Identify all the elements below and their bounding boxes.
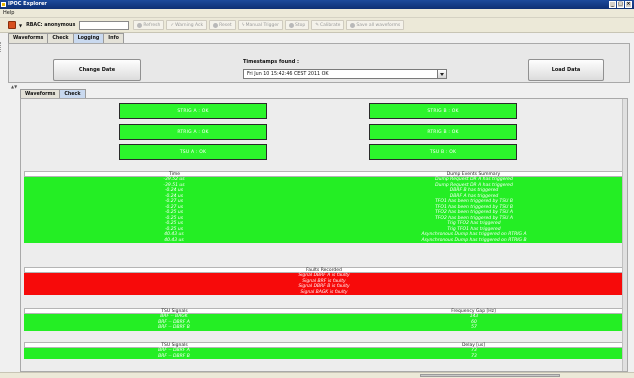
header-time: Time — [168, 172, 180, 177]
table-row: BRF -- DBRF B 57 — [24, 325, 624, 331]
dump-events-table: Time Dump Events Summary -39.52 us Dump R… — [24, 171, 624, 243]
vertical-scrollbar[interactable] — [622, 99, 627, 371]
tab-waveforms[interactable]: Waveforms — [8, 33, 49, 43]
tab-info[interactable]: Info — [103, 33, 124, 43]
window-title: IPOC Explorer — [8, 1, 47, 7]
table-row: BRF -- DBRF B 73 — [24, 353, 624, 359]
header-delay: Delay [us] — [461, 343, 486, 348]
splitter-handle[interactable]: ▲▼ — [8, 84, 630, 89]
warning-ack-button[interactable]: ✓ Warning Ack — [166, 20, 208, 30]
status-rtrig-a: RTRIG A : OK — [119, 124, 267, 140]
status-tsu-a: TSU A : OK — [119, 144, 267, 160]
status-strig-b: STRIG B : OK — [369, 103, 517, 119]
load-data-button[interactable]: Load Data — [528, 59, 604, 81]
status-strig-a: STRIG A : OK — [119, 103, 267, 119]
reset-icon — [213, 22, 219, 28]
header-tsu-signals-delay: TSU Signals — [161, 343, 188, 348]
rbac-input[interactable] — [79, 20, 130, 30]
close-button[interactable]: × — [625, 1, 632, 8]
stop-button[interactable]: Stop — [284, 20, 310, 30]
rbac-label: RBAC: anonymous — [26, 22, 76, 28]
stop-icon — [288, 22, 294, 28]
header-faults: Faults Recorded — [306, 268, 342, 273]
horizontal-scrollbar[interactable] — [0, 372, 634, 378]
maximize-button[interactable]: □ — [617, 1, 624, 8]
refresh-button[interactable]: Refresh — [133, 20, 165, 30]
timestamp-select[interactable]: Fri Jun 10 15:42:46 CEST 2011 OK — [243, 69, 447, 79]
frequency-gap-table: TSU Signals Frequency Gap [Hz] BRF -- BA… — [24, 308, 624, 331]
menu-bar: Help — [0, 9, 634, 18]
calibrate-button[interactable]: ✎ Calibrate — [311, 20, 345, 30]
tab-check-lower[interactable]: Check — [59, 89, 86, 98]
app-icon — [1, 2, 6, 7]
dropdown-arrow-icon[interactable]: ▼ — [19, 23, 22, 28]
menu-help[interactable]: Help — [3, 10, 14, 16]
delay-table: TSU Signals Delay [us] BRF -- DBRF A 73 B… — [24, 342, 624, 359]
bolt-icon: ϟ — [241, 22, 245, 28]
left-grip[interactable] — [0, 42, 3, 52]
manual-trigger-button[interactable]: ϟ Manual Trigger — [237, 20, 283, 30]
refresh-icon — [137, 22, 143, 28]
reset-button[interactable]: Reset — [209, 20, 236, 30]
minimize-button[interactable]: _ — [609, 1, 616, 8]
status-tsu-b: TSU B : OK — [369, 144, 517, 160]
faults-table: Faults Recorded Signal DBRF A is faulty … — [24, 267, 624, 295]
date-selection-panel: Change Date Timestamps found : Fri Jun 1… — [8, 43, 630, 83]
table-row: Signal BAGK is faulty — [24, 289, 624, 295]
header-dump-events: Dump Events Summary — [446, 172, 501, 177]
chevron-down-icon[interactable] — [437, 70, 446, 78]
tab-check[interactable]: Check — [47, 33, 74, 43]
scrollbar-thumb[interactable] — [420, 374, 560, 377]
header-frequency-gap: Frequency Gap [Hz] — [451, 309, 496, 314]
timestamps-label: Timestamps found : — [243, 59, 300, 65]
top-tabs: Waveforms Check Logging Info — [8, 33, 124, 43]
save-waveforms-button[interactable]: Save all waveforms — [346, 20, 405, 30]
save-icon — [350, 22, 356, 28]
check-panel: STRIG A : OK RTRIG A : OK TSU A : OK STR… — [20, 98, 628, 372]
toolbar: ▼ RBAC: anonymous Refresh ✓ Warning Ack R… — [0, 18, 634, 33]
timestamp-selected-value: Fri Jun 10 15:42:46 CEST 2011 OK — [247, 72, 329, 77]
tab-logging[interactable]: Logging — [72, 33, 105, 43]
check-icon: ✓ — [170, 22, 175, 28]
rbac-logo-icon[interactable] — [8, 21, 16, 29]
change-date-button[interactable]: Change Date — [53, 59, 141, 81]
window-titlebar: IPOC Explorer _ □ × — [0, 0, 634, 9]
table-row: 40.43 us Asynchronous Dump has triggered … — [24, 237, 624, 243]
pencil-icon: ✎ — [315, 22, 319, 28]
status-rtrig-b: RTRIG B : OK — [369, 124, 517, 140]
header-tsu-signals: TSU Signals — [161, 309, 188, 314]
lower-tabs: Waveforms Check — [20, 89, 86, 98]
tab-waveforms-lower[interactable]: Waveforms — [20, 89, 61, 98]
